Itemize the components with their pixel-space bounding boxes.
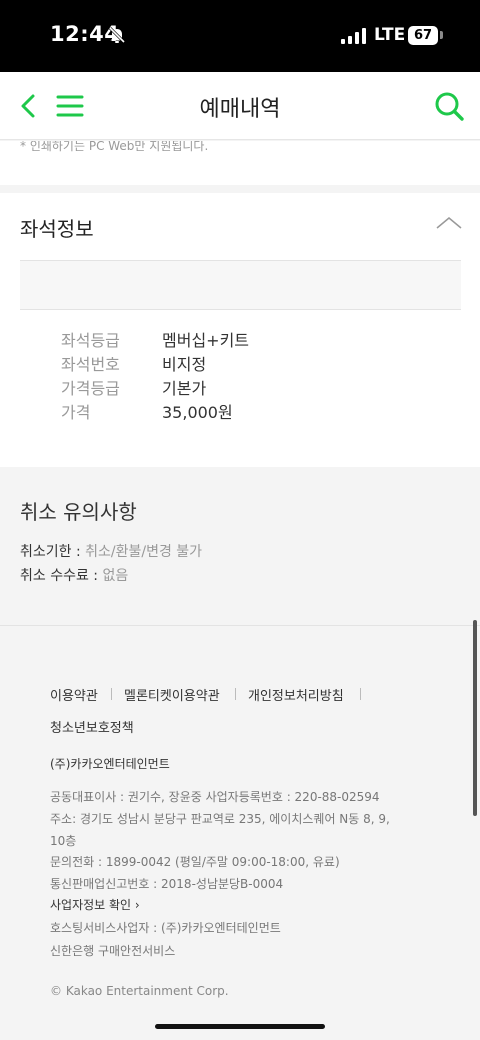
address-line-2: 10층	[50, 834, 77, 848]
cancel-deadline-label: 취소기한 :	[20, 544, 86, 560]
cancel-fee: 취소 수수료 : 없음	[20, 565, 128, 585]
search-icon[interactable]	[432, 89, 466, 123]
bell-slash-icon	[108, 26, 126, 44]
address-line: 주소: 경기도 성남시 분당구 판교역로 235, 에이치스퀘어 N동 8, 9…	[50, 812, 390, 826]
seat-label: 좌석등급	[61, 331, 120, 350]
chevron-up-icon[interactable]	[434, 215, 464, 231]
hosting-line: 호스팅서비스사업자 : (주)카카오엔터테인먼트	[50, 921, 281, 935]
phone-line: 문의전화 : 1899-0042 (평일/주말 09:00-18:00, 유료)	[50, 855, 340, 869]
footer-separator	[111, 688, 112, 700]
copyright: © Kakao Entertainment Corp.	[50, 984, 229, 998]
network-type: LTE	[374, 25, 406, 45]
privacy-policy-link[interactable]: 개인정보처리방침	[248, 685, 344, 704]
print-notice: * 인쇄하기는 PC Web만 지원됩니다.	[20, 141, 209, 153]
escrow-line: 신한은행 구매안전서비스	[50, 944, 176, 958]
cancel-deadline: 취소기한 : 취소/환불/변경 불가	[20, 541, 202, 561]
home-indicator[interactable]	[155, 1024, 325, 1029]
cancel-fee-value: 없음	[102, 568, 129, 584]
hamburger-menu-icon[interactable]	[54, 92, 86, 120]
seat-value: 기본가	[162, 379, 207, 398]
business-info-check-link[interactable]: 사업자정보 확인 ›	[50, 896, 140, 913]
company-name: (주)카카오엔터테인먼트	[50, 757, 170, 771]
cancel-deadline-value: 취소/환불/변경 불가	[85, 544, 203, 560]
back-chevron-icon[interactable]	[14, 90, 44, 122]
seat-value: 비지정	[162, 355, 207, 374]
status-bar: 12:44 LTE 67	[0, 0, 480, 72]
footer-divider	[0, 625, 480, 626]
seat-label: 좌석번호	[61, 355, 120, 374]
battery-level: 67	[413, 28, 433, 43]
melon-ticket-terms-link[interactable]: 멜론티켓이용약관	[124, 685, 220, 704]
ceo-registration-line: 공동대표이사 : 권기수, 장윤중 사업자등록번호 : 220-88-02594	[50, 790, 380, 804]
mail-order-line: 통신판매업신고번호 : 2018-성남분당B-0004	[50, 877, 284, 891]
cancel-notice-title: 취소 유의사항	[20, 500, 137, 524]
battery-cap	[440, 31, 443, 39]
cancel-fee-label: 취소 수수료 :	[20, 568, 103, 584]
print-notice-section: * 인쇄하기는 PC Web만 지원됩니다.	[0, 141, 480, 185]
seat-value: 멤버십+키트	[162, 331, 250, 350]
seat-info-section: 좌석정보 좌석등급 멤버십+키트 좌석번호 비지정 가격등급 기본가 가격 35…	[0, 193, 480, 467]
cellular-signal-icon	[341, 28, 366, 44]
seat-info-title: 좌석정보	[20, 217, 94, 241]
terms-link[interactable]: 이용약관	[50, 685, 98, 704]
seat-label: 가격등급	[61, 379, 120, 398]
footer-separator	[235, 688, 236, 700]
nav-bar: 예매내역	[0, 72, 480, 140]
seat-detail-box	[20, 260, 461, 310]
footer-separator	[360, 688, 361, 700]
seat-value: 35,000원	[162, 403, 233, 422]
seat-label: 가격	[61, 403, 91, 422]
battery-icon: 67	[408, 26, 438, 45]
scrollbar[interactable]	[473, 620, 477, 816]
youth-protection-link[interactable]: 청소년보호정책	[50, 717, 134, 736]
